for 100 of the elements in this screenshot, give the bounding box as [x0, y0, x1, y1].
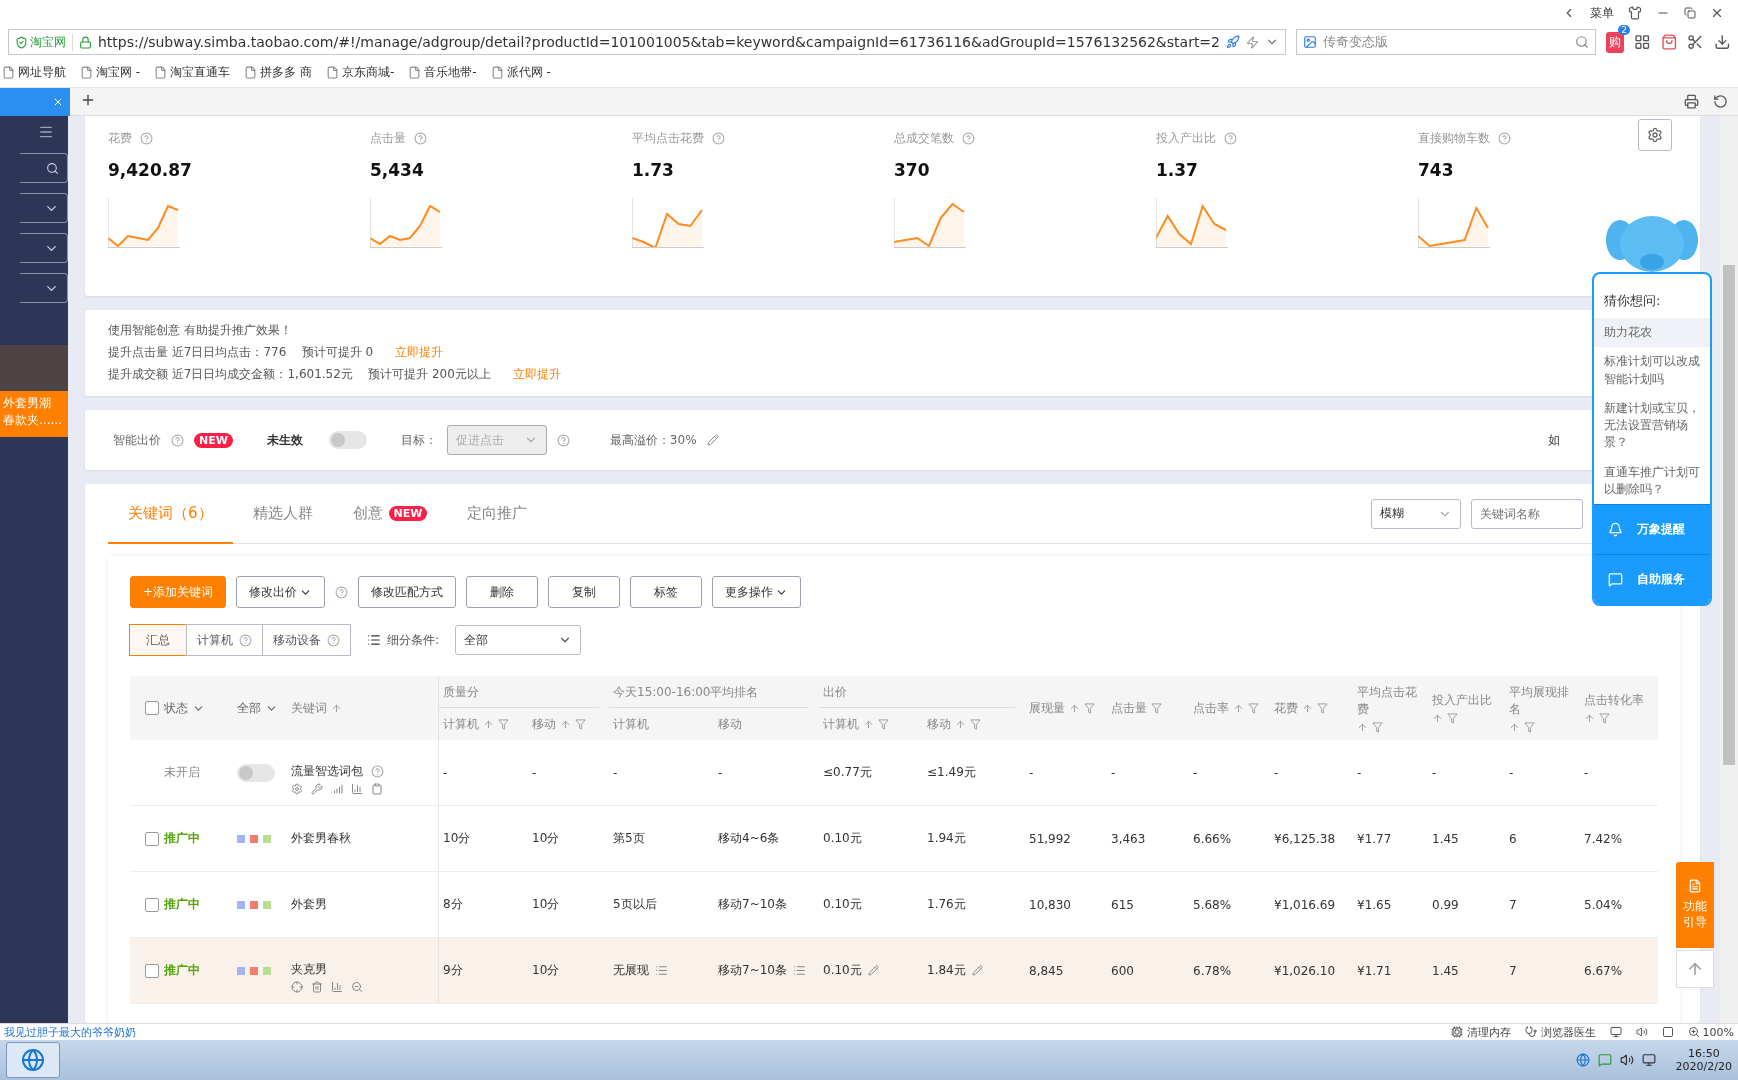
column-header[interactable]: 计算机	[613, 715, 649, 733]
column-header[interactable]: 移动	[718, 715, 742, 733]
table-cell: 1.76元	[927, 896, 966, 913]
table-cell: 6.66%	[1193, 831, 1232, 846]
page-icon	[326, 66, 339, 79]
settings-button[interactable]	[1638, 119, 1672, 151]
bookmark[interactable]: 网址导航	[2, 64, 66, 81]
column-header[interactable]: 移动	[927, 715, 951, 733]
column-header[interactable]: 全部	[237, 699, 261, 717]
bookmark[interactable]: 音乐地带-	[408, 64, 477, 81]
filter-icon[interactable]	[970, 718, 981, 730]
segment-tab[interactable]: 移动设备	[262, 624, 351, 656]
select-all-checkbox[interactable]	[145, 701, 159, 715]
toggle-switch[interactable]	[237, 763, 275, 782]
column-header[interactable]: 关键词	[291, 699, 327, 717]
menu-label[interactable]: 菜单	[1590, 4, 1614, 22]
table-cell: 0.99	[1432, 897, 1459, 912]
table-cell: -	[1357, 765, 1362, 780]
bookmark[interactable]: 京东商城-	[326, 64, 395, 81]
column-header[interactable]: 投入产出比	[1432, 692, 1492, 709]
toolbar-button[interactable]: 标签	[630, 576, 703, 608]
column-header[interactable]: 平均展现排名	[1509, 683, 1575, 718]
filter-icon[interactable]	[1447, 713, 1458, 724]
tab[interactable]: 定向推广	[447, 484, 548, 544]
status-link[interactable]: 我见过胆子最大的爷爷奶奶	[4, 1024, 136, 1040]
metric-value: 1.37	[1156, 160, 1199, 180]
table-cell: ¥1.65	[1357, 897, 1392, 912]
column-header[interactable]: 点击率	[1193, 699, 1229, 717]
browser-tab[interactable]	[0, 87, 70, 116]
match-select[interactable]: 模糊	[1371, 498, 1461, 529]
close-icon	[1710, 6, 1724, 20]
sparkline	[1418, 198, 1490, 248]
bookmark[interactable]: 拼多多 商	[244, 64, 312, 81]
zoom-level[interactable]: 100%	[1702, 1025, 1734, 1039]
question-link[interactable]: 助力花农	[1594, 318, 1710, 348]
filter-icon[interactable]	[1248, 702, 1259, 714]
filter-icon[interactable]	[1599, 713, 1610, 724]
toolbar-button[interactable]: 删除	[466, 576, 539, 608]
sidebar-search-field[interactable]	[20, 153, 68, 183]
pencil-icon	[706, 434, 719, 446]
table-cell: 无展现	[613, 962, 649, 979]
tab[interactable]: 精选人群	[232, 484, 333, 544]
toolbar-button[interactable]: 修改匹配方式	[358, 576, 457, 608]
keyword-name: 夹克男	[291, 960, 327, 978]
filter-icon[interactable]	[575, 718, 586, 730]
segment-tab[interactable]: 计算机	[186, 624, 263, 656]
help-icon	[712, 131, 725, 145]
stethoscope-icon	[1524, 1026, 1537, 1038]
table-cell: 5页以后	[613, 896, 657, 913]
status-tool[interactable]: 浏览器医生	[1540, 1024, 1596, 1040]
bookmark[interactable]: 淘宝网 -	[80, 64, 141, 81]
sidebar-dropdown[interactable]	[20, 193, 68, 223]
keyword-search-field[interactable]: 关键词名称	[1471, 498, 1583, 529]
column-header[interactable]: 展现量	[1029, 699, 1065, 717]
sidebar-dropdown[interactable]	[20, 273, 68, 303]
back-to-top-button[interactable]	[1676, 950, 1714, 988]
rocket-icon	[1226, 35, 1240, 49]
tab[interactable]: 创意 NEW	[332, 484, 448, 544]
clock[interactable]: 16:50 2020/2/20	[1675, 1047, 1732, 1073]
column-header[interactable]: 平均点击花费	[1357, 683, 1423, 718]
column-header[interactable]: 点击转化率	[1584, 692, 1644, 709]
search-field[interactable]: 传奇变态版	[1296, 29, 1596, 55]
filter-icon[interactable]	[1151, 702, 1162, 714]
bookmark[interactable]: 淘宝直通车	[154, 64, 231, 81]
status-tool[interactable]: 清理内存	[1466, 1024, 1511, 1040]
column-header[interactable]: 点击量	[1111, 699, 1147, 717]
table-cell: 6	[1509, 831, 1517, 846]
shield-icon	[15, 35, 28, 49]
toolbar-button[interactable]: 修改出价	[236, 576, 326, 608]
assistant-action-button[interactable]: 万象提醒	[1594, 504, 1710, 554]
toolbar-button[interactable]: 复制	[548, 576, 621, 608]
filter-icon[interactable]	[1372, 721, 1383, 733]
filter-icon[interactable]	[1317, 702, 1328, 714]
table-cell: 600	[1111, 963, 1134, 978]
row-checkbox[interactable]	[145, 831, 159, 846]
table-cell: 3,463	[1111, 831, 1146, 846]
filter-select[interactable]: 全部	[455, 625, 582, 655]
browser-taskbar-button[interactable]	[6, 1042, 60, 1078]
premium-text: 最高溢价：30%	[609, 431, 697, 449]
address-bar[interactable]: 淘宝网 https://subway.simba.taobao.com/#!/manage/adgroup/detail?productId=101001005&tab=keyword&campaignId=61736116&adGroupId=1576132562&start=2	[8, 29, 1286, 55]
segment-tab[interactable]: 汇总	[129, 624, 187, 656]
bookmark[interactable]: 派代网 -	[490, 64, 551, 81]
column-header[interactable]: 计算机	[823, 715, 859, 733]
row-checkbox[interactable]	[145, 963, 159, 978]
toolbar-button[interactable]: 更多操作	[712, 576, 802, 608]
toggle-switch[interactable]	[328, 431, 367, 449]
column-header[interactable]: 状态	[164, 699, 188, 717]
metric-label: 点击量	[370, 129, 406, 147]
filter-icon[interactable]	[498, 718, 509, 730]
sidebar-dropdown[interactable]	[20, 233, 68, 263]
assistant-action-button[interactable]: 自助服务	[1594, 554, 1710, 604]
scrollbar[interactable]	[1720, 116, 1738, 1023]
filter-icon[interactable]	[1524, 721, 1535, 733]
column-header[interactable]: 花费	[1274, 699, 1298, 717]
column-header[interactable]: 计算机	[443, 715, 479, 733]
column-header[interactable]: 移动	[532, 715, 556, 733]
filter-icon[interactable]	[1084, 702, 1095, 714]
row-checkbox[interactable]	[145, 897, 159, 912]
metric-label: 直接购物车数	[1418, 129, 1490, 147]
filter-icon[interactable]	[878, 718, 889, 730]
